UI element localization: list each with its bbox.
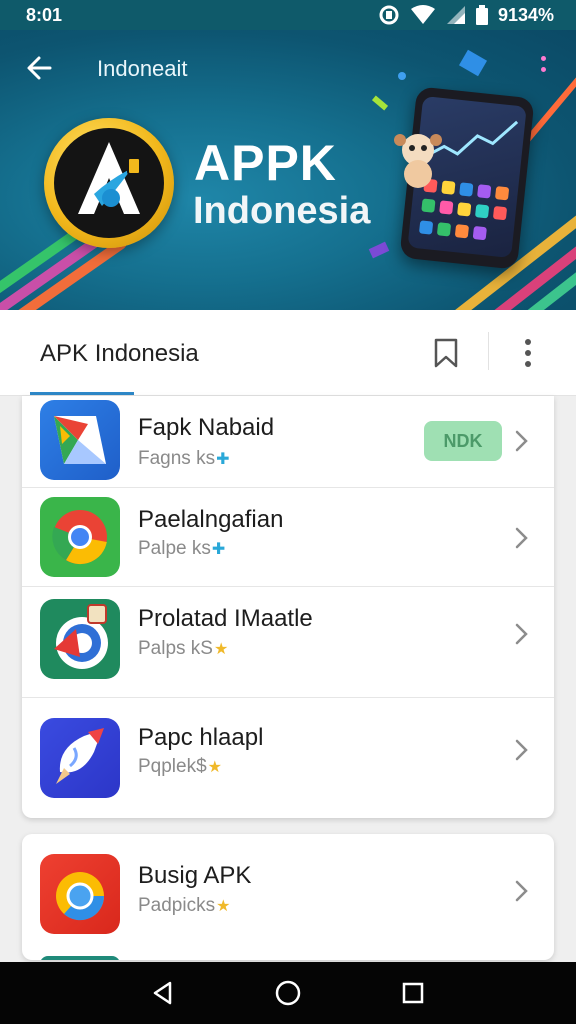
- tab-indicator: [30, 392, 134, 395]
- phone-app-tile: [436, 222, 452, 237]
- list-item[interactable]: Papc hlaapl Pqplek$★: [22, 698, 554, 818]
- nav-recents-button[interactable]: [398, 978, 428, 1008]
- plus-icon: ✚: [216, 451, 230, 468]
- chevron-right-icon[interactable]: [512, 879, 530, 903]
- app-sub-text: Pqplek$: [138, 756, 207, 777]
- phone-app-tile: [474, 204, 490, 219]
- app-sub-text: Palps kS: [138, 638, 213, 659]
- bookmark-icon[interactable]: [430, 336, 462, 370]
- browser-icon: [52, 510, 107, 565]
- sync-icon: [378, 4, 400, 26]
- chevron-right-icon[interactable]: [512, 738, 530, 762]
- app-subtitle: Palpe ks✚: [138, 538, 225, 560]
- logo-inner: [54, 128, 164, 238]
- chevron-right-icon[interactable]: [512, 429, 530, 453]
- phone-app-tile: [492, 205, 508, 221]
- phone-app-tile: [459, 182, 474, 197]
- square-recents-icon: [403, 982, 424, 1004]
- browser-globe-icon: [56, 872, 105, 921]
- star-icon: ★: [216, 898, 231, 915]
- app-name: Papc hlaapl: [138, 724, 264, 751]
- phone-app-tile: [472, 225, 487, 241]
- plus-icon: ✚: [211, 541, 226, 558]
- app-icon: [40, 400, 120, 480]
- back-arrow-icon[interactable]: [24, 52, 56, 84]
- docs-slide-icon: [54, 416, 106, 464]
- phone-app-tile: [494, 186, 510, 201]
- divider: [488, 332, 489, 370]
- app-subtitle: Palps kS★: [138, 638, 228, 660]
- signal-icon: [446, 5, 466, 25]
- chevron-right-icon[interactable]: [512, 526, 530, 550]
- app-name: Paelalngafian: [138, 506, 284, 533]
- decor-confetti: [398, 72, 406, 80]
- app-name: Fapk Nabaid: [138, 414, 275, 441]
- more-vertical-icon[interactable]: [516, 336, 540, 370]
- app-name: Prolatad IMaatle: [138, 605, 313, 632]
- decor-confetti: [541, 67, 546, 72]
- battery-percent: 9134%: [497, 4, 554, 25]
- app-sub-text: Padpicks: [138, 895, 216, 916]
- app-logo: [44, 118, 174, 248]
- app-list-card: Fapk Nabaid Fagns ks✚ NDK Paelalngafian …: [22, 396, 554, 818]
- app-badge[interactable]: NDK: [424, 421, 502, 461]
- page-title: APK Indonesia: [40, 340, 199, 367]
- chevron-right-icon[interactable]: [512, 622, 530, 646]
- app-subtitle: Pqplek$★: [138, 756, 222, 778]
- star-icon: ★: [207, 759, 223, 776]
- status-bar: 8:01 9134%: [0, 0, 576, 30]
- phone-app-tile: [477, 184, 492, 199]
- app-sub-text: Palpe ks: [138, 538, 211, 559]
- list-item[interactable]: Prolatad IMaatle Palps kS★: [22, 587, 554, 698]
- app-icon: [40, 854, 120, 934]
- app-subtitle: Padpicks★: [138, 895, 230, 917]
- phone-app-tile: [439, 200, 454, 215]
- browser-alt-icon: [54, 604, 108, 669]
- nav-home-button[interactable]: [273, 978, 303, 1008]
- app-name: Busig APK: [138, 862, 252, 889]
- app-icon: [40, 599, 120, 679]
- phone-app-tile: [454, 224, 470, 239]
- status-time: 8:01: [26, 4, 63, 25]
- app-sub-text: Fagns ks: [138, 448, 216, 469]
- title-bar: APK Indonesia: [0, 310, 576, 396]
- system-nav-bar: [0, 962, 576, 1024]
- phone-app-tile: [457, 202, 472, 217]
- phone-app-tile: [418, 220, 434, 235]
- app-list-card: Busig APK Padpicks★: [22, 834, 554, 960]
- battery-icon: [475, 5, 488, 25]
- hero-banner: Indoneait APPK Indonesia: [0, 30, 576, 310]
- brush-icon: [56, 728, 104, 784]
- brand-name-line1: APPK: [194, 135, 337, 191]
- brand-name-line2: Indonesia: [193, 190, 371, 232]
- circle-home-icon: [275, 980, 301, 1006]
- triangle-back-icon: [153, 981, 171, 1005]
- app-icon: [40, 718, 120, 798]
- phone-app-tile: [421, 198, 436, 213]
- next-item-peek: [40, 956, 120, 960]
- app-icon: [40, 497, 120, 577]
- list-item[interactable]: Fapk Nabaid Fagns ks✚ NDK: [22, 396, 554, 488]
- decor-confetti: [371, 95, 389, 111]
- status-icons: 9134%: [378, 4, 554, 26]
- app-subtitle: Fagns ks✚: [138, 448, 230, 470]
- decor-confetti: [541, 56, 546, 61]
- star-icon: ★: [213, 641, 229, 658]
- nav-back-button[interactable]: [148, 978, 178, 1008]
- wifi-icon: [410, 5, 436, 25]
- list-item[interactable]: Busig APK Padpicks★: [22, 834, 554, 960]
- decor-confetti: [458, 49, 488, 77]
- logo-a-icon: [78, 142, 141, 214]
- decor-confetti: [368, 241, 390, 259]
- hero-title: Indoneait: [97, 56, 188, 81]
- list-item[interactable]: Paelalngafian Palpe ks✚: [22, 488, 554, 587]
- mascot-illustration-icon: [394, 134, 442, 188]
